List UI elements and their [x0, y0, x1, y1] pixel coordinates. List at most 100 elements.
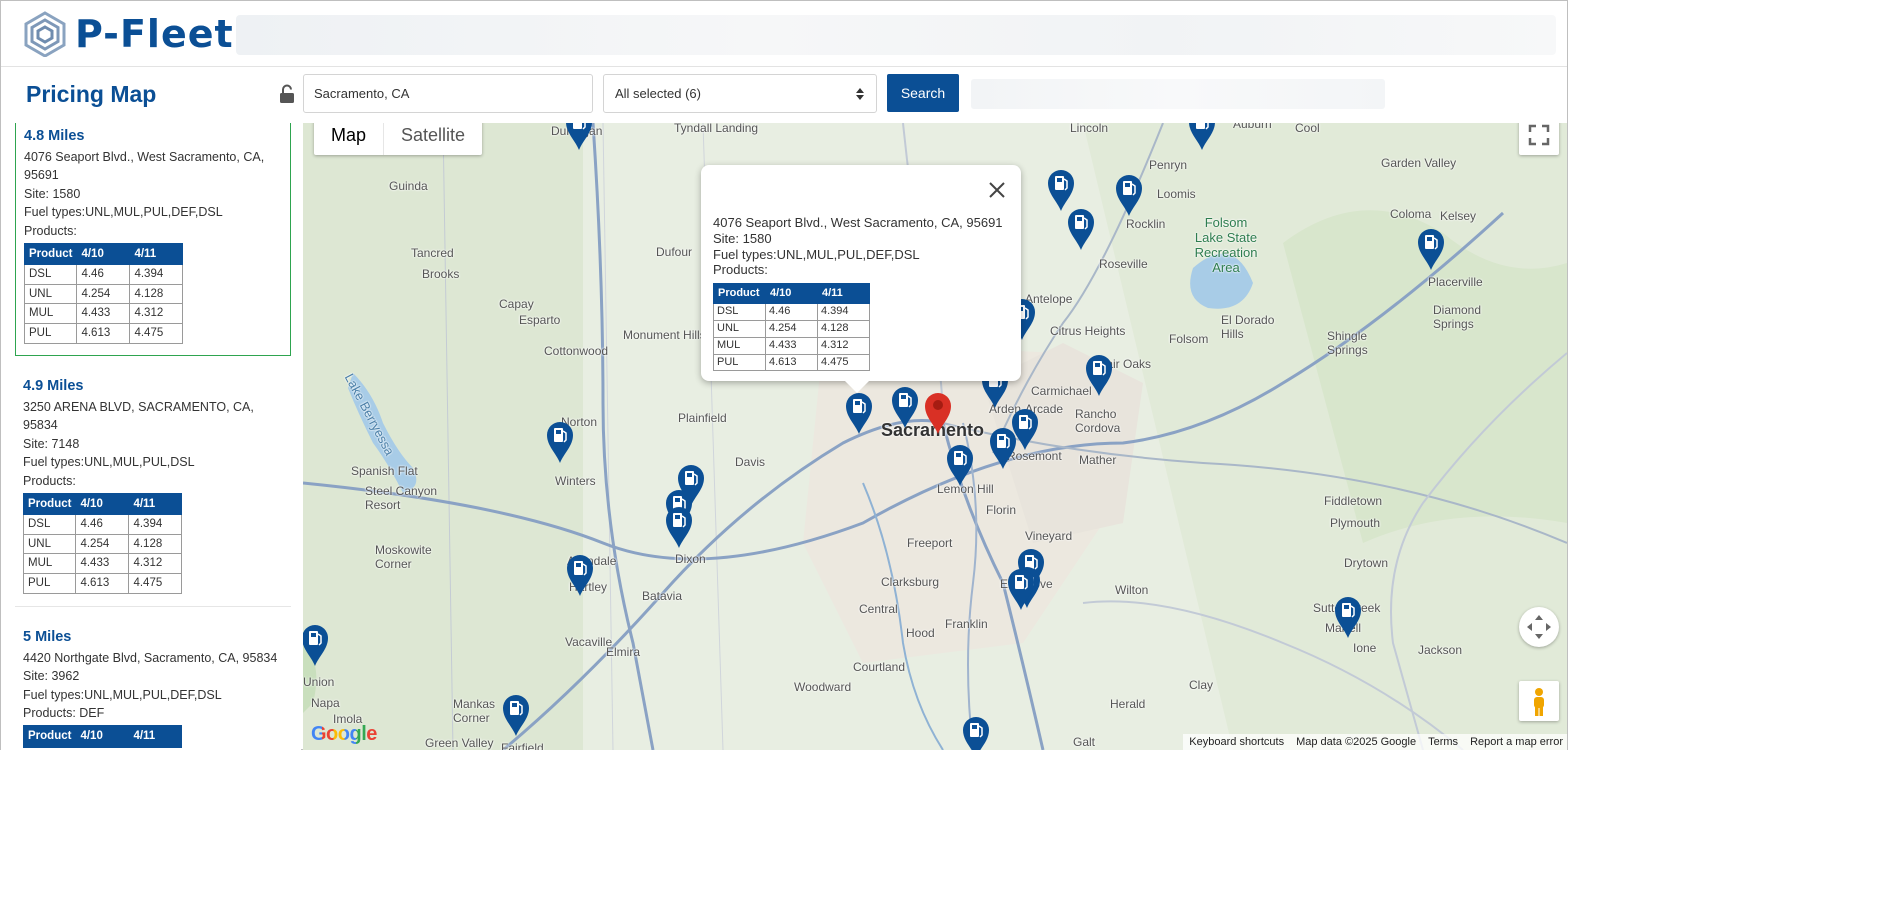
place-label: Lincoln: [1070, 123, 1109, 135]
place-label: Union: [303, 675, 335, 689]
fuel-station-marker[interactable]: [546, 420, 574, 464]
results-sidebar[interactable]: 4.8 Miles 4076 Seaport Blvd., West Sacra…: [1, 123, 301, 750]
price-table-header: Product 4/10 4/11: [22, 724, 183, 748]
station-info-window: 4076 Seaport Blvd., West Sacramento, CA,…: [701, 165, 1021, 393]
place-label: Fiddletown: [1324, 494, 1383, 508]
fuel-station-marker[interactable]: [665, 505, 693, 549]
map-type-map-button[interactable]: Map: [314, 123, 385, 155]
col-product: Product: [713, 283, 766, 305]
fuel-station-marker[interactable]: [1417, 227, 1445, 271]
toolbar-placeholder: [971, 79, 1385, 109]
place-label: Loomis: [1157, 187, 1196, 201]
result-distance[interactable]: 4.8 Miles: [24, 127, 290, 146]
street-view-button[interactable]: [1519, 681, 1559, 721]
fullscreen-button[interactable]: [1519, 123, 1559, 155]
fuel-station-marker[interactable]: [962, 715, 990, 750]
cell: 4.433: [75, 553, 130, 574]
col-product: Product: [23, 242, 78, 266]
place-label: Clarksburg: [881, 575, 940, 589]
fuel-type-select[interactable]: All selected (6): [603, 74, 877, 113]
google-logo[interactable]: Google: [311, 723, 377, 746]
result-distance[interactable]: 4.9 Miles: [23, 377, 291, 396]
close-icon[interactable]: [987, 180, 1007, 200]
fuel-station-marker[interactable]: [1047, 168, 1075, 212]
fuel-station-marker[interactable]: [566, 553, 594, 597]
place-label: Mather: [1079, 453, 1117, 467]
report-error-link[interactable]: Report a map error: [1470, 734, 1563, 750]
search-button[interactable]: Search: [887, 74, 959, 112]
info-site: Site: 1580: [713, 230, 772, 246]
result-card[interactable]: 5 Miles 4420 Northgate Blvd, Sacramento,…: [15, 628, 291, 748]
info-fuel-types: Fuel types:UNL,MUL,PUL,DEF,DSL: [713, 246, 920, 262]
terms-link[interactable]: Terms: [1428, 734, 1458, 750]
fuel-station-marker[interactable]: [891, 385, 919, 429]
cell: 4.46: [76, 264, 131, 285]
pfleet-logo[interactable]: P-Fleet: [23, 10, 234, 58]
table-row: MUL 4.433 4.312: [22, 553, 183, 574]
fuel-station-marker[interactable]: [502, 693, 530, 737]
result-card[interactable]: 4.9 Miles 3250 ARENA BLVD, SACRAMENTO, C…: [15, 377, 291, 594]
place-label: Elmira: [606, 645, 641, 659]
place-label: Garden Valley: [1381, 156, 1457, 170]
select-arrows-icon: [856, 88, 864, 100]
fuel-station-marker[interactable]: [1115, 173, 1143, 217]
app-frame: P-Fleet Pricing Map All selected (6) Sea…: [0, 0, 1568, 750]
place-label: Coloma: [1390, 207, 1432, 221]
cell: 4.254: [765, 319, 818, 338]
hexagon-logo-icon: [24, 11, 66, 57]
place-label: Wilton: [1115, 583, 1149, 597]
place-label: Ione: [1353, 641, 1377, 655]
pricing-map[interactable]: Dunnigan Tyndall Landing Lincoln Auburn …: [303, 123, 1567, 750]
fuel-station-marker[interactable]: [1007, 567, 1035, 611]
col-product: Product: [22, 724, 77, 748]
fuel-station-marker[interactable]: [845, 391, 873, 435]
map-type-satellite-button[interactable]: Satellite: [384, 123, 482, 155]
fuel-station-marker[interactable]: [303, 623, 329, 667]
table-row: PUL 4.613 4.475: [23, 322, 184, 344]
info-address: 4076 Seaport Blvd., West Sacramento, CA,…: [713, 215, 1003, 230]
table-row: DSL 4.46 4.394: [23, 264, 184, 285]
cell: MUL: [713, 336, 766, 355]
result-card[interactable]: 4.8 Miles 4076 Seaport Blvd., West Sacra…: [15, 123, 291, 356]
card-divider: [15, 606, 291, 607]
unlock-icon[interactable]: [278, 84, 296, 104]
camera-control-button[interactable]: [1519, 607, 1559, 647]
result-address: 3250 ARENA BLVD, SACRAMENTO, CA, 95834: [23, 399, 254, 433]
cell: DSL: [713, 303, 766, 321]
cell: 4.613: [75, 572, 130, 594]
place-label: Placerville: [1428, 275, 1483, 289]
place-label: Diamond Springs: [1433, 303, 1482, 331]
cell: 4.475: [128, 572, 183, 594]
cell: DSL: [22, 514, 77, 535]
place-label: Drytown: [1344, 556, 1389, 570]
fuel-station-marker[interactable]: [946, 443, 974, 487]
fuel-station-marker[interactable]: [565, 123, 593, 151]
result-fuel-types: Fuel types:UNL,MUL,PUL,DEF,DSL: [24, 205, 223, 220]
place-label: Tancred: [411, 246, 454, 260]
place-label: Brooks: [422, 267, 460, 281]
keyboard-shortcuts-link[interactable]: Keyboard shortcuts: [1189, 734, 1284, 750]
cell: 4.128: [129, 283, 184, 305]
cell: 4.475: [817, 353, 870, 372]
location-input[interactable]: [303, 74, 593, 113]
col-date-1: 4/10: [765, 283, 818, 305]
sidebar-scrollbar[interactable]: [291, 123, 299, 750]
cell: MUL: [22, 553, 77, 574]
selected-location-marker[interactable]: [924, 391, 952, 435]
place-label: Capay: [499, 297, 534, 311]
camera-move-icon: [1527, 615, 1551, 639]
fuel-station-marker[interactable]: [1085, 353, 1113, 397]
fuel-station-marker[interactable]: [1188, 123, 1216, 151]
cell: PUL: [23, 322, 78, 344]
cell: UNL: [23, 283, 78, 305]
result-distance[interactable]: 5 Miles: [23, 628, 291, 647]
fuel-station-marker[interactable]: [1067, 207, 1095, 251]
fuel-station-marker[interactable]: [1334, 595, 1362, 639]
place-label: Jackson: [1418, 643, 1463, 657]
place-label: Monument Hills: [623, 328, 706, 342]
place-label: Carmichael: [1031, 384, 1092, 398]
fuel-station-marker[interactable]: [989, 426, 1017, 470]
cell: 4.46: [75, 514, 130, 535]
cell: 4.254: [76, 283, 131, 305]
table-row: UNL 4.254 4.128: [23, 283, 184, 305]
